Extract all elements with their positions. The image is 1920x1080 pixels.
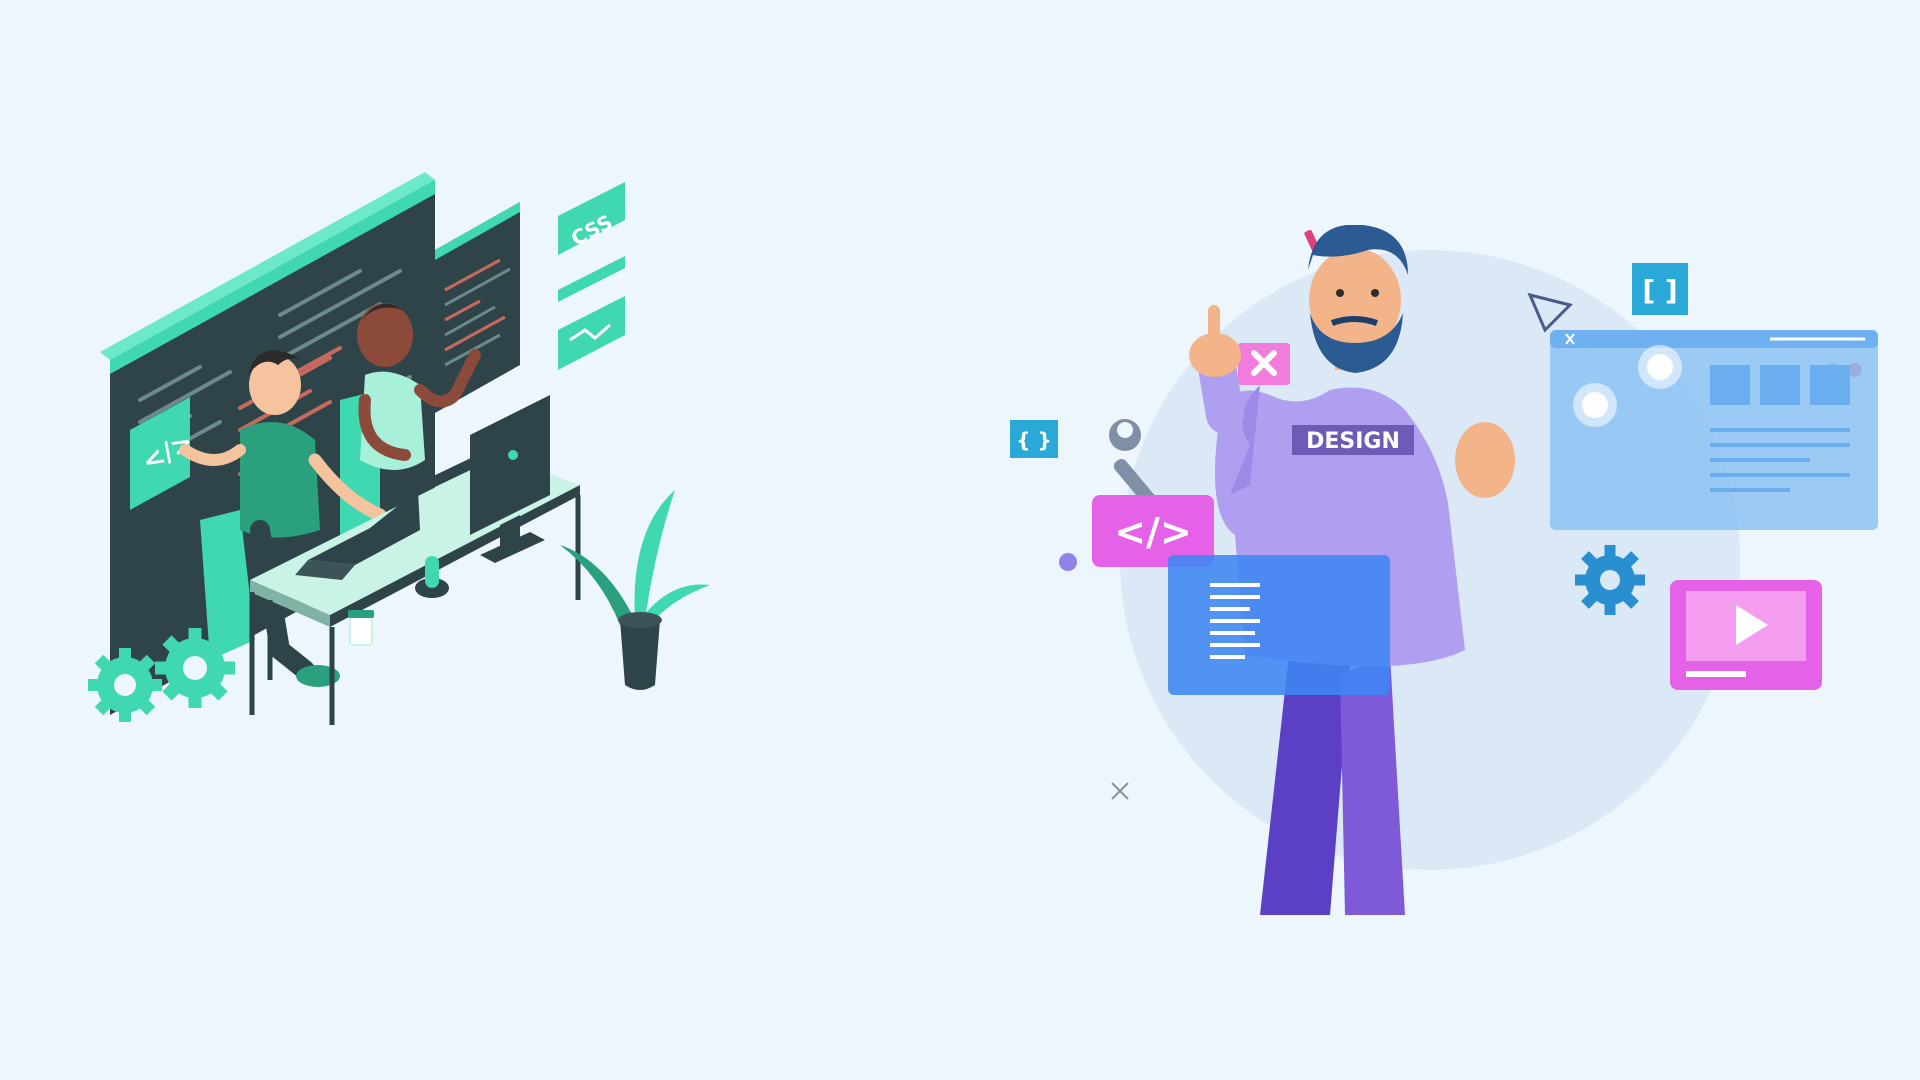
- close-button-card: [1238, 343, 1290, 385]
- text-panel: [1168, 555, 1390, 695]
- canvas: </> CSS [] {} DESIGN </>: [0, 0, 1920, 1080]
- browser-window: [1550, 330, 1878, 530]
- bracket-small-text: { }: [1016, 428, 1051, 452]
- bracket-badge: [ ]: [1632, 263, 1688, 315]
- bracket-badge-text: [ ]: [1642, 274, 1677, 307]
- code-card-text: </>: [1114, 510, 1192, 554]
- coffee-cup-icon: [348, 610, 374, 646]
- developers-at-desk-illustration: </> CSS: [80, 160, 840, 900]
- designer-illustration: [ ] { } DESIGN </>: [1010, 225, 1890, 915]
- css-badge: CSS: [558, 182, 625, 370]
- dot: [1059, 553, 1077, 571]
- designer-svg: [ ] { } DESIGN </>: [1010, 225, 1878, 915]
- bracket-small-badge: { }: [1010, 420, 1058, 458]
- developers-svg: </> CSS: [88, 172, 710, 725]
- video-card: [1670, 580, 1822, 690]
- plant-icon: [560, 490, 710, 690]
- gear-icon: [88, 648, 162, 722]
- gear-icon: [1575, 545, 1645, 615]
- shirt-text: DESIGN: [1306, 429, 1400, 454]
- close-icon: [1111, 782, 1129, 800]
